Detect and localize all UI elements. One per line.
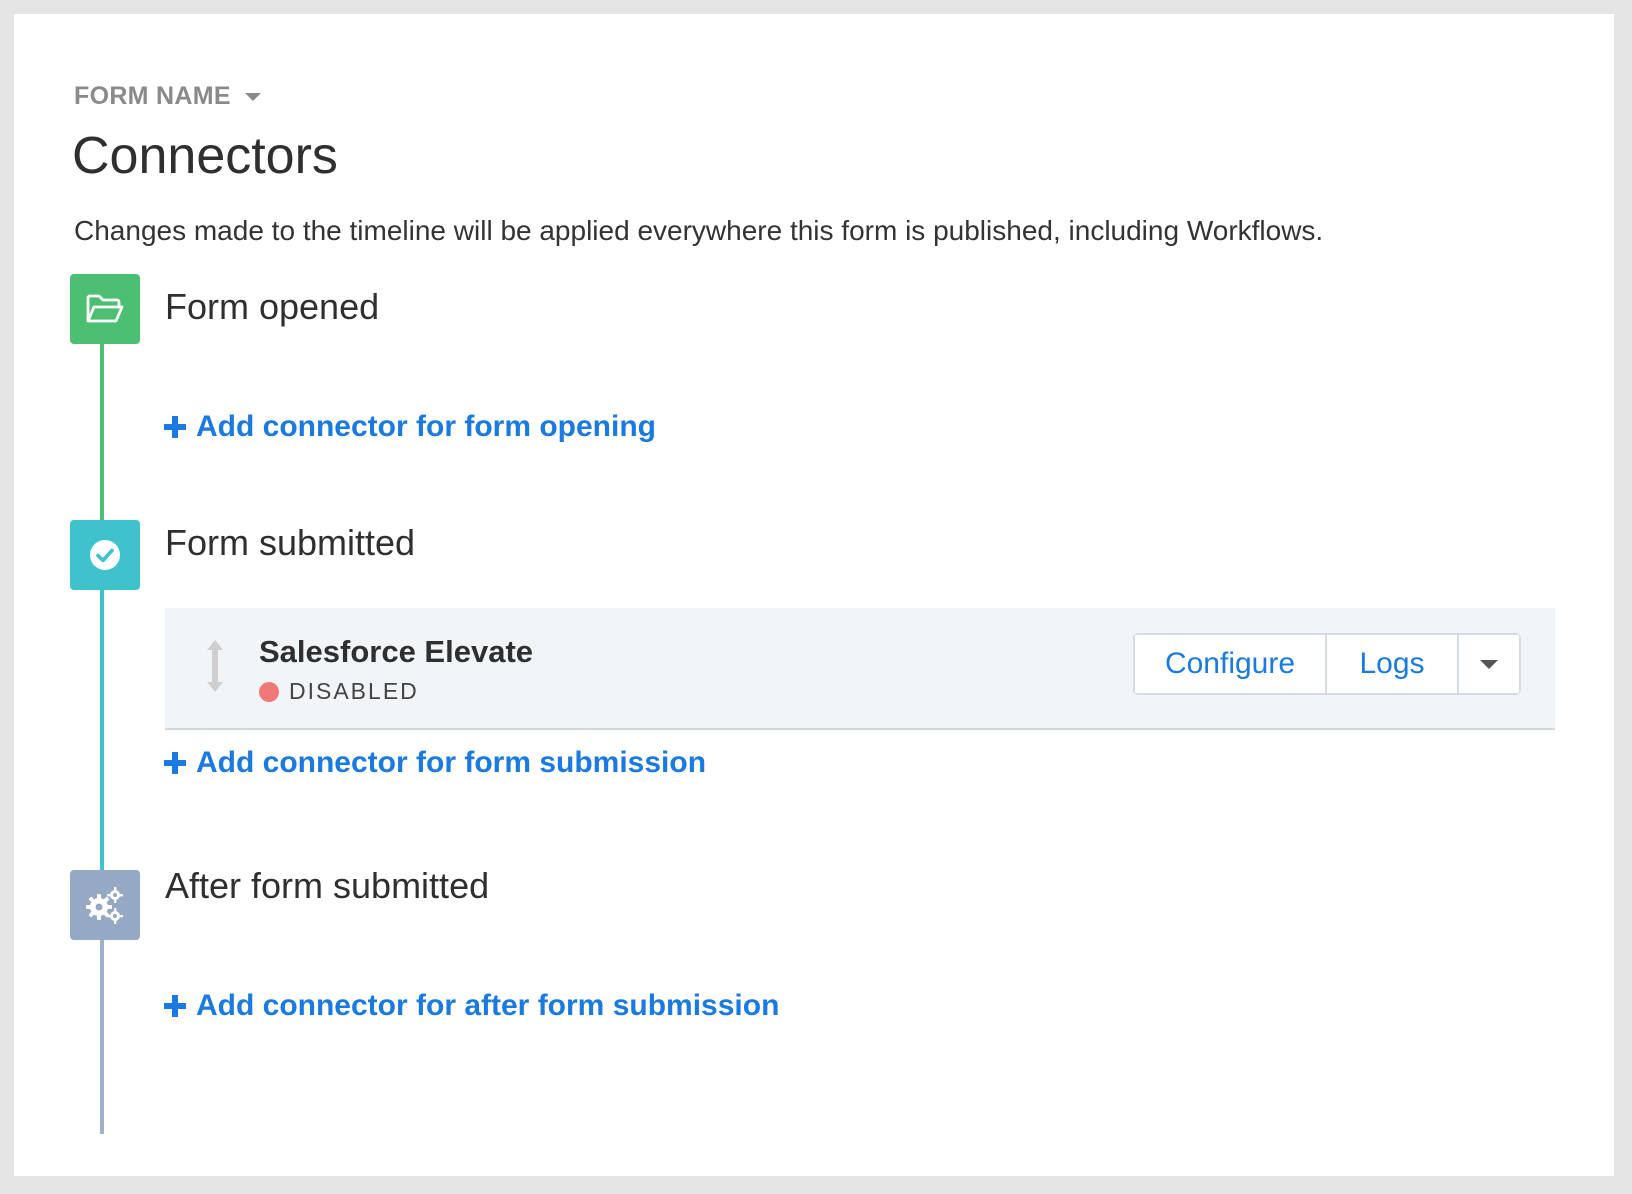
connector-actions: Configure Logs — [1133, 633, 1521, 695]
add-connector-label: Add connector for form submission — [196, 746, 707, 779]
drag-handle-icon[interactable] — [203, 638, 227, 694]
connector-name: Salesforce Elevate — [259, 634, 534, 669]
add-connector-form-opening-link[interactable]: Add connector for form opening — [164, 410, 656, 444]
form-name-dropdown[interactable]: FORM NAME — [74, 82, 261, 111]
timeline-line-submitted — [100, 588, 104, 888]
timeline-line-after — [100, 940, 104, 1134]
connector-card: Salesforce Elevate DISABLED Configure Lo… — [165, 608, 1555, 730]
timeline-line-opened — [100, 344, 104, 536]
add-connector-form-submission-link[interactable]: Add connector for form submission — [164, 746, 706, 780]
page-description: Changes made to the timeline will be app… — [74, 215, 1324, 246]
stage-label-form-opened: Form opened — [165, 286, 380, 327]
connector-status: DISABLED — [259, 678, 419, 705]
stage-label-form-submitted: Form submitted — [165, 522, 416, 563]
chevron-down-icon — [1480, 659, 1498, 669]
connectors-page: FORM NAME Connectors Changes made to the… — [14, 14, 1614, 1176]
configure-button[interactable]: Configure — [1135, 635, 1327, 693]
stage-icon-after-form-submitted — [70, 870, 140, 940]
plus-icon — [164, 995, 186, 1017]
stage-icon-form-submitted — [70, 520, 140, 590]
folder-open-icon — [86, 294, 124, 323]
plus-icon — [164, 416, 186, 438]
form-name-label: FORM NAME — [74, 82, 231, 110]
add-connector-after-submission-link[interactable]: Add connector for after form submission — [164, 989, 779, 1023]
status-dot-icon — [259, 681, 279, 702]
page-title: Connectors — [72, 127, 338, 185]
logs-button[interactable]: Logs — [1327, 635, 1459, 693]
check-circle-icon — [90, 540, 120, 570]
stage-icon-form-opened — [70, 274, 140, 344]
chevron-down-icon — [244, 92, 261, 101]
add-connector-label: Add connector for after form submission — [196, 989, 780, 1022]
stage-label-after-form-submitted: After form submitted — [165, 865, 490, 906]
more-actions-dropdown[interactable] — [1459, 635, 1519, 693]
plus-icon — [164, 752, 186, 774]
add-connector-label: Add connector for form opening — [196, 410, 656, 443]
connector-status-label: DISABLED — [289, 678, 419, 704]
gears-icon — [86, 887, 123, 924]
